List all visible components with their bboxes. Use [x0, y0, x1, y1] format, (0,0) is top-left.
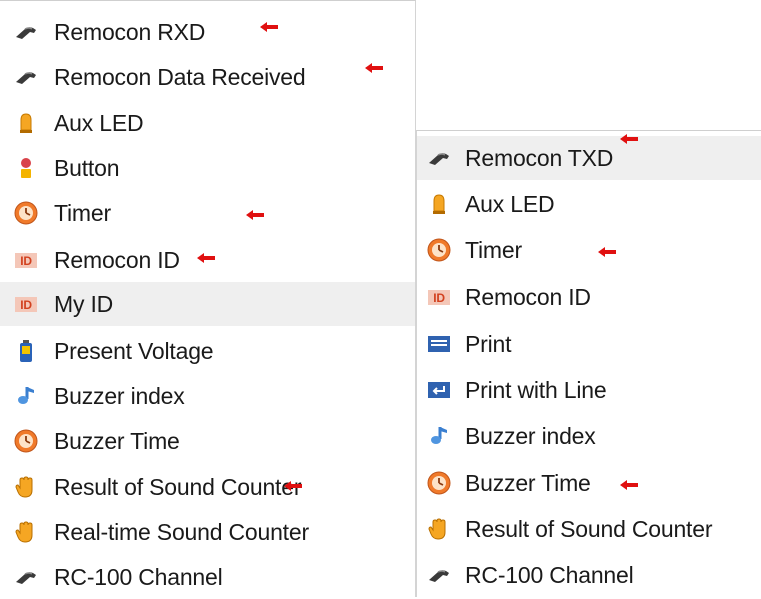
svg-text:ID: ID — [433, 291, 445, 305]
annotation-arrow-icon — [197, 253, 215, 263]
menu-item-button[interactable]: Button — [0, 146, 415, 190]
music-note-icon — [425, 422, 453, 450]
hand-icon — [425, 515, 453, 543]
hand-icon — [12, 518, 40, 546]
svg-text:ID: ID — [20, 298, 32, 312]
menu-item-buzzer-time[interactable]: Buzzer Time — [0, 419, 415, 463]
menu-item-rc-100-channel[interactable]: RC-100 Channel — [0, 555, 415, 599]
menu-item-label: Buzzer index — [54, 382, 185, 409]
menu-item-buzzer-index[interactable]: Buzzer index — [417, 414, 761, 458]
print-icon — [425, 330, 453, 358]
menu-item-label: Timer — [54, 199, 111, 226]
menu-item-timer[interactable]: Timer — [417, 228, 761, 272]
annotation-arrow-icon — [260, 22, 278, 32]
menu-item-remocon-rxd[interactable]: Remocon RXD — [0, 10, 415, 54]
menu-item-label: Result of Sound Counter — [54, 473, 302, 500]
menu-item-result-of-sound-counter[interactable]: Result of Sound Counter — [417, 507, 761, 551]
menu-item-buzzer-time[interactable]: Buzzer Time — [417, 461, 761, 505]
left-menu: Remocon RXD Remocon Data Received Aux LE… — [0, 0, 416, 597]
menu-item-label: Print — [465, 330, 512, 357]
menu-item-label: Remocon ID — [465, 283, 591, 310]
menu-item-print[interactable]: Print — [417, 322, 761, 366]
menu-item-label: Buzzer Time — [465, 469, 591, 496]
menu-item-label: Result of Sound Counter — [465, 515, 713, 542]
menu-item-aux-led[interactable]: Aux LED — [417, 182, 761, 226]
annotation-arrow-icon — [246, 210, 264, 220]
menu-item-remocon-txd[interactable]: Remocon TXD — [417, 136, 761, 180]
menu-item-timer[interactable]: Timer — [0, 191, 415, 235]
right-menu: Remocon TXD Aux LED Timer ID Remocon ID … — [416, 130, 761, 597]
menu-item-rc-100-channel[interactable]: RC-100 Channel — [417, 553, 761, 597]
menu-item-result-of-sound-counter[interactable]: Result of Sound Counter — [0, 465, 415, 509]
menu-item-label: RC-100 Channel — [465, 561, 634, 588]
menu-item-remocon-id[interactable]: ID Remocon ID — [417, 275, 761, 319]
menu-item-label: Remocon TXD — [465, 144, 614, 171]
menu-item-label: Remocon Data Received — [54, 63, 306, 90]
menu-item-print-with-line[interactable]: Print with Line — [417, 368, 761, 412]
menu-item-label: My ID — [54, 290, 114, 317]
menu-item-label: Present Voltage — [54, 337, 214, 364]
menu-item-buzzer-index[interactable]: Buzzer index — [0, 374, 415, 418]
menu-item-label: Buzzer index — [465, 422, 596, 449]
menu-item-remocon-data-received[interactable]: Remocon Data Received — [0, 55, 415, 99]
menu-item-label: Remocon ID — [54, 246, 180, 273]
remocon-icon — [425, 144, 453, 172]
timer-icon — [12, 427, 40, 455]
menu-item-label: RC-100 Channel — [54, 563, 223, 590]
led-bulb-icon — [425, 190, 453, 218]
menu-item-label: Timer — [465, 236, 522, 263]
annotation-arrow-icon — [620, 480, 638, 490]
menu-item-label: Remocon RXD — [54, 18, 206, 45]
menu-item-real-time-sound-counter[interactable]: Real-time Sound Counter — [0, 510, 415, 554]
annotation-arrow-icon — [620, 134, 638, 144]
menu-item-label: Button — [54, 154, 120, 181]
menu-item-label: Print with Line — [465, 376, 607, 403]
menu-item-label: Buzzer Time — [54, 427, 180, 454]
menu-item-aux-led[interactable]: Aux LED — [0, 101, 415, 145]
remocon-icon — [425, 561, 453, 589]
print-line-icon — [425, 376, 453, 404]
menu-item-present-voltage[interactable]: Present Voltage — [0, 329, 415, 373]
menu-item-label: Real-time Sound Counter — [54, 518, 309, 545]
music-note-icon — [12, 382, 40, 410]
menu-item-label: Aux LED — [465, 190, 555, 217]
timer-icon — [425, 236, 453, 264]
menu-item-my-id[interactable]: ID My ID — [0, 282, 415, 326]
annotation-arrow-icon — [365, 63, 383, 73]
hand-icon — [12, 473, 40, 501]
battery-icon — [12, 337, 40, 365]
menu-item-label: Aux LED — [54, 109, 144, 136]
annotation-arrow-icon — [598, 247, 616, 257]
remocon-icon — [12, 563, 40, 591]
annotation-arrow-icon — [284, 481, 302, 491]
led-bulb-icon — [12, 109, 40, 137]
button-icon — [12, 154, 40, 182]
id-icon: ID — [12, 246, 40, 274]
id-icon: ID — [425, 283, 453, 311]
svg-text:ID: ID — [20, 254, 32, 268]
remocon-icon — [12, 18, 40, 46]
id-icon: ID — [12, 290, 40, 318]
timer-icon — [425, 469, 453, 497]
timer-icon — [12, 199, 40, 227]
remocon-icon — [12, 63, 40, 91]
